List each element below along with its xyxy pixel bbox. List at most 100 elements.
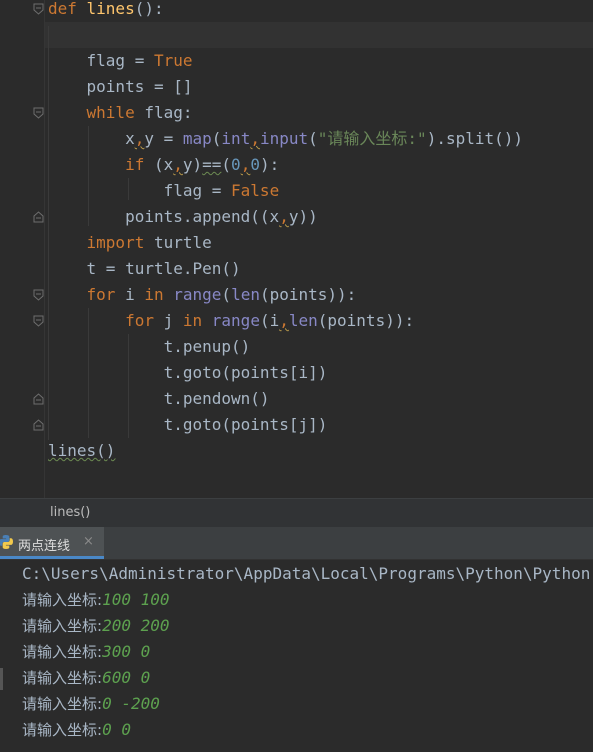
console-input-line: 请输入坐标:0 0	[22, 717, 131, 743]
code-token: if	[125, 155, 145, 174]
code-token: input	[259, 129, 309, 148]
breadcrumb[interactable]: lines()	[0, 498, 593, 527]
fold-end-icon[interactable]	[33, 393, 44, 405]
code-line[interactable]: if (x,y)==(0,0):	[48, 152, 279, 178]
fold-collapse-icon[interactable]	[33, 3, 44, 15]
code-line[interactable]: import turtle	[48, 230, 212, 256]
code-line[interactable]: flag = False	[48, 178, 280, 204]
code-token: ():	[134, 0, 164, 18]
code-token: ,	[279, 311, 289, 330]
code-token: (points)):	[259, 285, 357, 304]
code-token: ,	[134, 129, 145, 148]
close-icon[interactable]: ×	[83, 534, 94, 549]
code-line[interactable]: t.penup()	[48, 334, 251, 360]
run-console[interactable]: C:\Users\Administrator\AppData\Local\Pro…	[0, 560, 593, 752]
code-token: while	[86, 103, 135, 122]
code-token: int	[221, 129, 251, 148]
code-line[interactable]: for j in range(i,len(points)):	[48, 308, 414, 334]
code-token: (	[308, 129, 318, 148]
code-token: ,	[279, 207, 289, 226]
fold-collapse-icon[interactable]	[33, 289, 44, 301]
console-input-line: 请输入坐标:0 -200	[22, 691, 160, 717]
code-token: ).split())	[426, 129, 524, 148]
console-prompt: 请输入坐标:	[22, 643, 103, 661]
code-token: in	[182, 311, 203, 330]
code-token: import	[86, 233, 145, 252]
code-token: turtle	[144, 233, 212, 252]
caret-line-highlight	[45, 22, 593, 48]
code-token: points.append((x	[48, 207, 280, 226]
console-user-input: 100 100	[102, 590, 170, 609]
code-token: map	[182, 129, 212, 148]
fold-collapse-icon[interactable]	[33, 107, 44, 119]
gutter-separator	[44, 0, 45, 498]
code-token: t.goto(points[j])	[48, 415, 328, 434]
code-token: 0	[250, 155, 260, 174]
code-line[interactable]: t.goto(points[i])	[48, 360, 328, 386]
code-line[interactable]: lines()	[48, 438, 115, 464]
code-token: t.goto(points[i])	[48, 363, 328, 382]
code-token: ,	[250, 129, 260, 148]
console-user-input: 600 0	[102, 668, 151, 687]
console-prompt: 请输入坐标:	[22, 617, 103, 635]
code-token: (i	[259, 311, 280, 330]
console-prompt: 请输入坐标:	[22, 669, 103, 687]
console-command-line: C:\Users\Administrator\AppData\Local\Pro…	[22, 564, 591, 583]
code-token: (	[221, 155, 232, 174]
console-input-line: 请输入坐标:300 0	[22, 639, 150, 665]
code-token: t.penup()	[48, 337, 251, 356]
console-prompt: 请输入坐标:	[22, 721, 103, 739]
code-token: (	[211, 129, 222, 148]
fold-collapse-icon[interactable]	[33, 315, 44, 327]
code-editor[interactable]: def lines(): flag = True points = [] whi…	[0, 0, 593, 498]
code-token: t = turtle.Pen()	[48, 259, 241, 278]
run-toolwindow-tabs: 两点连线 ×	[0, 527, 593, 560]
breadcrumb-item[interactable]: lines()	[50, 505, 90, 520]
code-line[interactable]: while flag:	[48, 100, 193, 126]
code-token: in	[144, 285, 164, 304]
code-token: points = []	[48, 77, 193, 96]
console-input-line: 请输入坐标:600 0	[22, 665, 150, 691]
code-line[interactable]: t = turtle.Pen()	[48, 256, 241, 282]
code-token: False	[231, 181, 280, 200]
code-token: flag:	[134, 103, 193, 122]
code-token: x	[48, 129, 135, 148]
code-line[interactable]: t.pendown()	[48, 386, 270, 412]
code-line[interactable]: def lines():	[48, 0, 164, 22]
code-line[interactable]: points.append((x,y))	[48, 204, 318, 230]
console-input-line: 请输入坐标:200 200	[22, 613, 170, 639]
code-line[interactable]: for i in range(len(points)):	[48, 282, 357, 308]
code-token: flag =	[48, 181, 232, 200]
code-token: ):	[259, 155, 280, 174]
code-token: range	[211, 311, 260, 330]
console-user-input: 0 -200	[102, 694, 160, 713]
code-token: flag =	[48, 51, 154, 70]
console-input-line: 请输入坐标:100 100	[22, 587, 170, 613]
code-token: lines	[86, 0, 135, 18]
code-token: (	[221, 285, 232, 304]
code-token: ==	[202, 155, 222, 174]
code-token: j	[153, 311, 183, 330]
code-line[interactable]: points = []	[48, 74, 193, 100]
run-tab-label: 两点连线	[18, 539, 71, 554]
code-token: range	[173, 285, 222, 304]
fold-end-icon[interactable]	[33, 419, 44, 431]
console-user-input: 0 0	[102, 720, 131, 739]
console-prompt: 请输入坐标:	[22, 695, 103, 713]
code-token: (points)):	[317, 311, 415, 330]
code-token: ,	[240, 155, 251, 174]
code-line[interactable]: x,y = map(int,input("请输入坐标:").split())	[48, 126, 523, 152]
code-token: 0	[231, 155, 241, 174]
code-token: for	[125, 311, 154, 330]
code-token: t.pendown()	[48, 389, 270, 408]
code-line[interactable]: t.goto(points[j])	[48, 412, 328, 438]
code-line[interactable]: flag = True	[48, 48, 193, 74]
console-user-input: 300 0	[102, 642, 151, 661]
run-tab[interactable]: 两点连线 ×	[0, 527, 104, 559]
fold-end-icon[interactable]	[33, 211, 44, 223]
